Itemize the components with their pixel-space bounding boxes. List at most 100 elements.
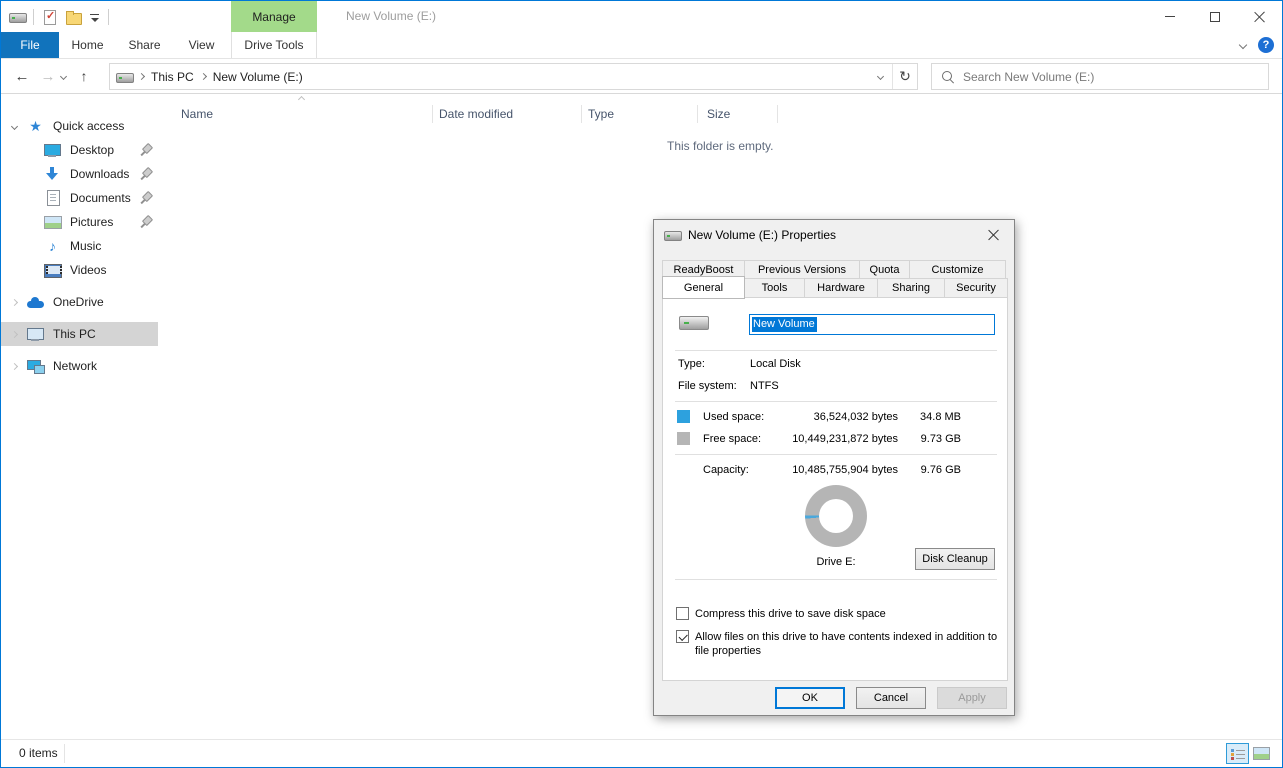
empty-folder-message: This folder is empty. [667, 139, 773, 153]
tab-sharing[interactable]: Sharing [877, 278, 945, 298]
volume-label-input[interactable]: New Volume [749, 314, 995, 335]
dialog-title: New Volume (E:) Properties [688, 228, 836, 242]
filesystem-label: File system: [678, 380, 737, 392]
help-icon[interactable]: ? [1258, 37, 1274, 53]
cancel-button[interactable]: Cancel [856, 687, 926, 709]
column-header-name[interactable]: Name [161, 100, 433, 128]
sidebar-item-videos[interactable]: Videos [1, 258, 161, 282]
tab-view[interactable]: View [173, 32, 230, 58]
tab-home[interactable]: Home [59, 32, 116, 58]
index-checkbox[interactable] [676, 630, 689, 643]
ok-button[interactable]: OK [775, 687, 845, 709]
compress-checkbox[interactable] [676, 607, 689, 620]
sidebar-item-onedrive[interactable]: OneDrive [1, 290, 161, 314]
used-space-bytes: 36,524,032 bytes [763, 411, 898, 423]
sidebar-item-pictures[interactable]: Pictures [1, 210, 161, 234]
pin-icon [140, 216, 152, 228]
forward-button[interactable]: → [35, 68, 61, 85]
music-note-icon: ♪ [44, 238, 61, 254]
selected-text: New Volume [752, 317, 817, 332]
thumbnails-view-button[interactable] [1250, 743, 1273, 764]
address-bar[interactable]: This PC New Volume (E:) ↻ [109, 63, 918, 90]
free-space-bytes: 10,449,231,872 bytes [763, 433, 898, 445]
up-button[interactable]: ↑ [72, 68, 96, 84]
column-header-date-modified[interactable]: Date modified [433, 100, 582, 128]
column-header-size[interactable]: Size [698, 100, 778, 128]
status-bar: 0 items [1, 739, 1282, 767]
thumbnails-view-icon [1253, 747, 1270, 760]
capacity-bytes: 10,485,755,904 bytes [763, 464, 898, 476]
status-separator [64, 744, 65, 763]
close-icon [1254, 11, 1266, 23]
index-checkbox-label[interactable]: Allow files on this drive to have conten… [695, 630, 1000, 658]
capacity-label: Capacity: [703, 464, 749, 476]
collapsed-chevron-icon[interactable] [10, 298, 17, 305]
dialog-tab-strip: ReadyBoost Previous Versions Quota Custo… [662, 260, 1008, 298]
disk-cleanup-button[interactable]: Disk Cleanup [915, 548, 995, 570]
search-placeholder: Search New Volume (E:) [963, 70, 1094, 84]
sidebar-item-this-pc[interactable]: This PC [1, 322, 158, 346]
tab-previous-versions[interactable]: Previous Versions [744, 260, 860, 279]
tab-quota[interactable]: Quota [859, 260, 910, 279]
tab-share[interactable]: Share [116, 32, 173, 58]
tab-file[interactable]: File [1, 32, 59, 58]
address-dropdown-chevron-icon[interactable] [868, 64, 892, 89]
sidebar-item-music[interactable]: ♪ Music [1, 234, 161, 258]
properties-qat-icon[interactable]: ✓ [41, 9, 58, 25]
tab-general[interactable]: General [662, 276, 745, 299]
compress-checkbox-label[interactable]: Compress this drive to save disk space [695, 607, 886, 621]
breadcrumb-current[interactable]: New Volume (E:) [206, 70, 310, 84]
sidebar-item-downloads[interactable]: Downloads [1, 162, 161, 186]
details-view-button[interactable] [1226, 743, 1249, 764]
sidebar-item-documents[interactable]: Documents [1, 186, 161, 210]
manage-contextual-header[interactable]: Manage [231, 1, 317, 32]
title-bar: ✓ Manage New Volume (E:) [1, 1, 1282, 32]
used-space-swatch [677, 410, 690, 423]
sidebar-item-desktop[interactable]: Desktop [1, 138, 161, 162]
close-button[interactable] [1237, 1, 1282, 32]
recent-locations-chevron-icon[interactable] [60, 72, 67, 79]
column-header-type[interactable]: Type [582, 100, 698, 128]
details-view-icon [1231, 748, 1245, 760]
network-icon [27, 358, 44, 374]
qat-separator [33, 9, 34, 25]
expand-chevron-icon[interactable] [10, 122, 17, 129]
breadcrumb-drive-icon [116, 69, 133, 85]
type-value: Local Disk [750, 358, 801, 370]
tab-tools[interactable]: Tools [744, 278, 805, 298]
explorer-window: ✓ Manage New Volume (E:) File Home Share… [0, 0, 1283, 768]
onedrive-cloud-icon [27, 294, 44, 310]
tab-drive-tools[interactable]: Drive Tools [231, 32, 317, 58]
sidebar-item-quick-access[interactable]: ★ Quick access [1, 114, 161, 138]
dialog-front-tab-row: General Tools Hardware Sharing Security [662, 278, 1008, 298]
maximize-button[interactable] [1192, 1, 1237, 32]
breadcrumb-this-pc[interactable]: This PC [144, 70, 201, 84]
qat-separator [108, 9, 109, 25]
apply-button: Apply [937, 687, 1007, 709]
customize-qat-chevron-icon[interactable] [89, 11, 101, 23]
divider [675, 454, 997, 455]
refresh-icon[interactable]: ↻ [893, 64, 917, 89]
navigation-bar: ← → ↑ This PC New Volume (E:) ↻ Search N… [1, 59, 1282, 94]
downloads-icon [44, 166, 61, 182]
new-folder-qat-icon[interactable] [65, 9, 82, 25]
tab-customize[interactable]: Customize [909, 260, 1006, 279]
tab-security[interactable]: Security [944, 278, 1008, 298]
minimize-icon [1165, 16, 1175, 17]
back-button[interactable]: ← [9, 68, 35, 85]
used-space-label: Used space: [703, 411, 764, 423]
collapse-ribbon-chevron-icon[interactable] [1239, 41, 1247, 49]
minimize-button[interactable] [1147, 1, 1192, 32]
collapsed-chevron-icon[interactable] [10, 330, 17, 337]
dialog-close-button[interactable] [974, 220, 1014, 250]
collapsed-chevron-icon[interactable] [10, 362, 17, 369]
ribbon-right-controls: ? [1240, 32, 1274, 58]
search-input[interactable]: Search New Volume (E:) [931, 63, 1269, 90]
general-tab-page: New Volume Type: Local Disk File system:… [662, 297, 1008, 681]
sidebar-item-network[interactable]: Network [1, 354, 161, 378]
capacity-size: 9.76 GB [903, 464, 961, 476]
used-space-size: 34.8 MB [903, 411, 961, 423]
this-pc-icon [27, 326, 44, 342]
free-space-size: 9.73 GB [903, 433, 961, 445]
tab-hardware[interactable]: Hardware [804, 278, 878, 298]
